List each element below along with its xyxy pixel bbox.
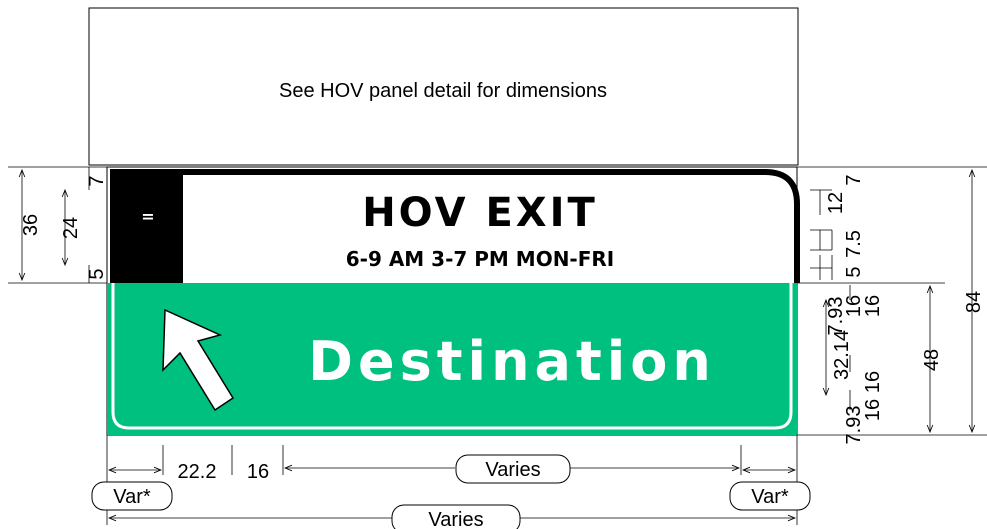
dim-36: 36 bbox=[20, 214, 42, 236]
sign: = HOV EXIT 6-9 AM 3-7 PM MON-FRI Destina… bbox=[106, 166, 800, 436]
bottom-dimensions: Var* 22.2 16 Varies Var* Varies bbox=[91, 454, 811, 529]
dim-16-bottom: 16 bbox=[247, 461, 269, 483]
dim-5-right: 5 bbox=[843, 266, 865, 277]
sign-subtitle: 6-9 AM 3-7 PM MON-FRI bbox=[346, 247, 615, 271]
hov-panel-note: See HOV panel detail for dimensions bbox=[279, 80, 607, 102]
dim-5-left: 5 bbox=[86, 268, 108, 279]
hov-diamond-block bbox=[113, 172, 183, 283]
dim-32-14: 32.14 bbox=[831, 330, 853, 380]
hov-diamond-glyph: = bbox=[141, 207, 154, 226]
dim-16-c: 16 bbox=[862, 371, 884, 393]
diagram-canvas: See HOV panel detail for dimensions = HO… bbox=[8, 7, 987, 529]
dim-7-right-top: 7 bbox=[843, 174, 865, 185]
dim-varies-mid: Varies bbox=[485, 459, 540, 481]
dim-left-var: Var* bbox=[113, 486, 151, 508]
destination-text: Destination bbox=[308, 330, 716, 393]
dim-7-5: 7.5 bbox=[843, 230, 865, 258]
sign-diagram: See HOV panel detail for dimensions = HO… bbox=[0, 0, 987, 529]
dim-right-var: Var* bbox=[751, 486, 789, 508]
dim-16-b: 16 bbox=[862, 295, 884, 317]
dim-48: 48 bbox=[921, 349, 943, 371]
left-dimensions: 36 24 7 5 bbox=[20, 167, 108, 283]
dim-24: 24 bbox=[60, 217, 82, 239]
right-dimensions: 7 12 7.5 5 7.93 16 16 32.14 16 7.93 16 4… bbox=[810, 170, 985, 444]
dim-7-left: 7 bbox=[86, 175, 108, 186]
dim-84: 84 bbox=[963, 291, 985, 313]
dim-16-d: 16 bbox=[862, 399, 884, 421]
sign-title: HOV EXIT bbox=[362, 190, 598, 236]
dim-22-2: 22.2 bbox=[178, 461, 217, 483]
dim-varies-total: Varies bbox=[428, 509, 483, 529]
dim-12: 12 bbox=[825, 192, 847, 214]
